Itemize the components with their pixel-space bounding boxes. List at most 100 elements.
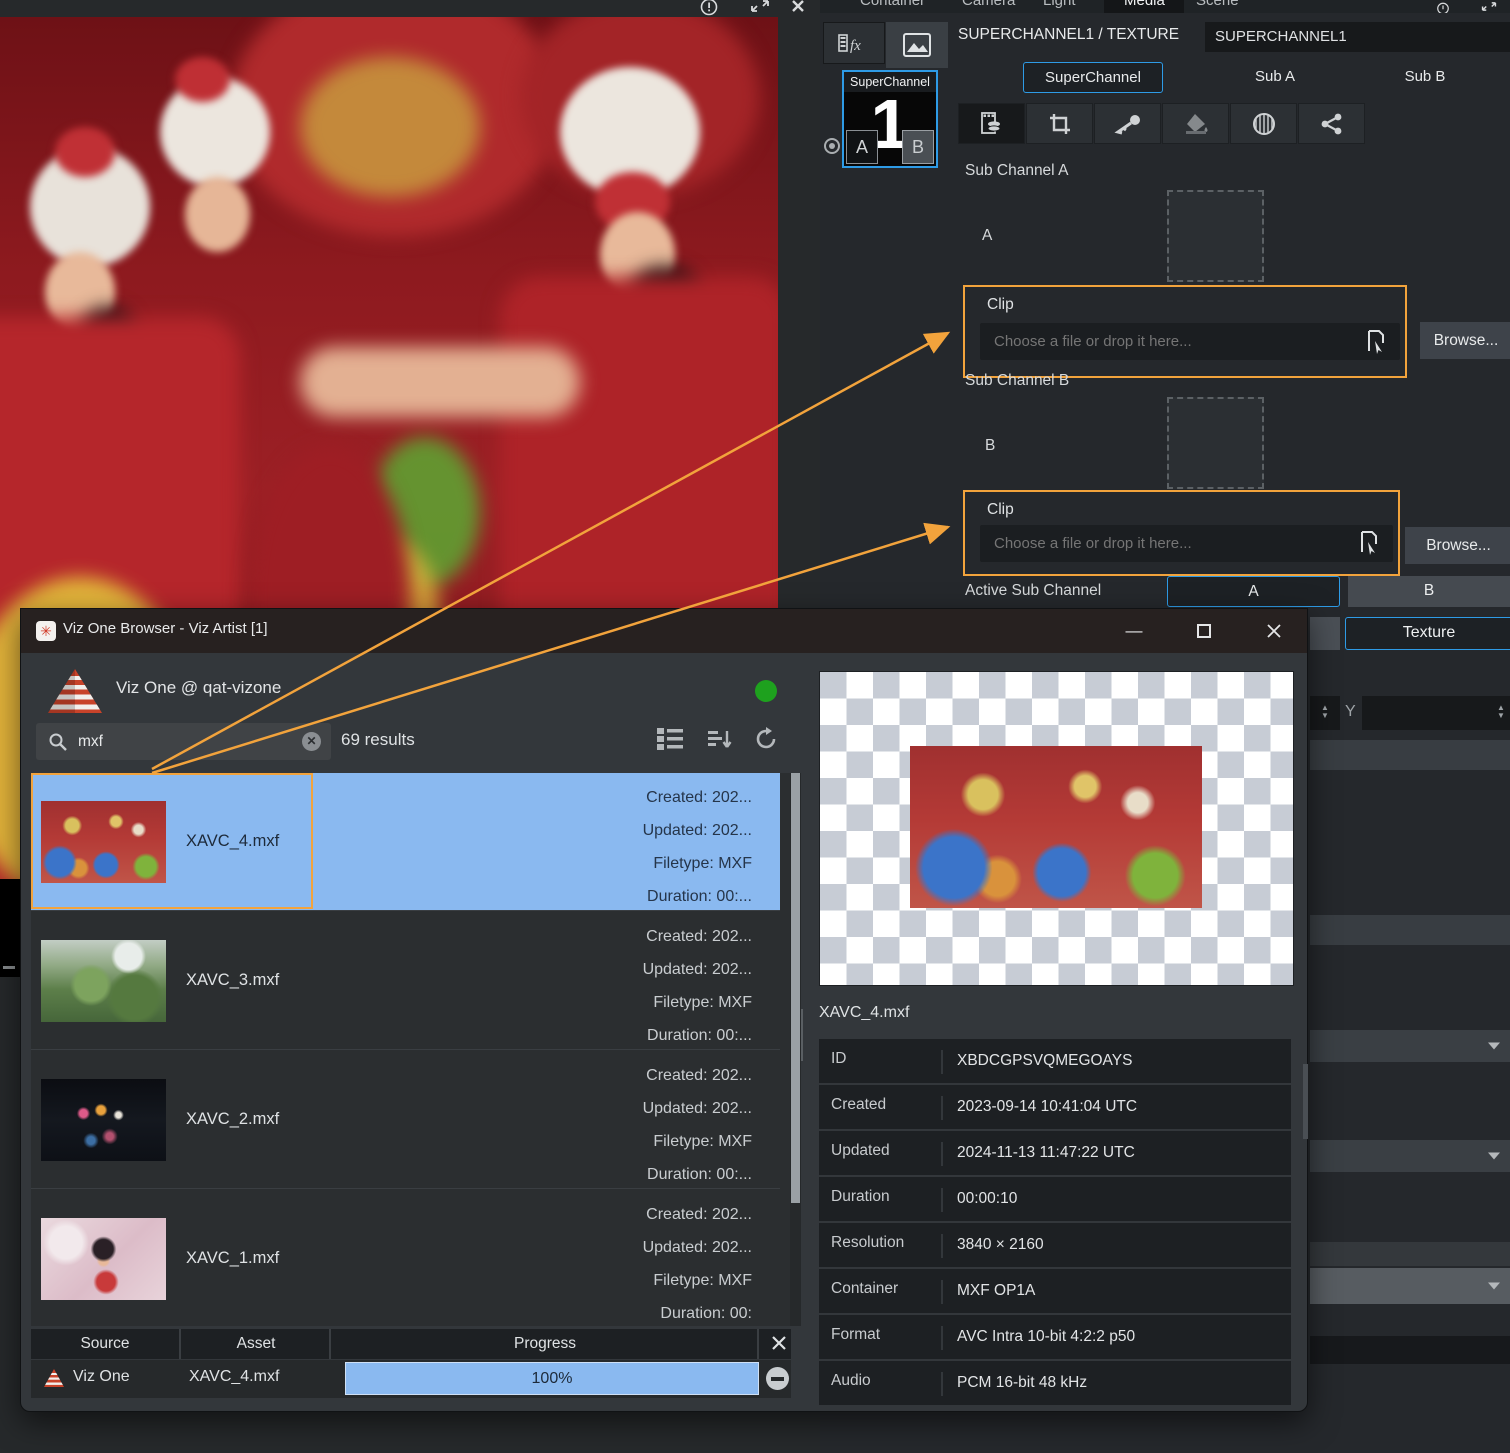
refresh-icon[interactable] [753,726,779,752]
search-clear-icon[interactable]: ✕ [302,732,321,751]
clip-a-label: Clip [987,296,1014,314]
meta-row-updated: Updated2024-11-13 11:47:22 UTC [819,1131,1291,1175]
texture-button[interactable]: Texture [1345,617,1510,650]
window-close-button[interactable] [1251,609,1297,653]
browse-a-button[interactable]: Browse... [1420,322,1510,359]
background-dropdown[interactable] [1310,1268,1510,1304]
search-input[interactable] [78,723,298,760]
transfer-source-icon [43,1368,65,1388]
result-filename: XAVC_1.mxf [186,1249,279,1268]
tab-effects[interactable]: fx [823,22,885,64]
y-axis-input[interactable]: ▲▼ [1362,696,1510,730]
menu-media[interactable]: Media [1124,0,1165,13]
superchannel-thumb-a[interactable]: A [846,130,878,164]
transfer-col-source: Source [31,1329,181,1359]
menu-light[interactable]: Light [1043,0,1076,13]
background-dropdown[interactable] [1310,1030,1510,1062]
superchannel-thumb-b[interactable]: B [902,130,934,164]
background-row [1310,915,1510,945]
tab-sub-a[interactable]: Sub A [1210,62,1340,93]
browse-b-button[interactable]: Browse... [1405,527,1510,564]
viz-one-browser-window: ✳ Viz One Browser - Viz Artist [1] — [20,608,1308,1412]
toolbar-fill-icon[interactable] [1162,103,1229,144]
breadcrumb: SUPERCHANNEL1 / TEXTURE [958,26,1179,44]
menu-camera[interactable]: Camera [962,0,1015,13]
sub-channel-a-dropzone[interactable] [1167,190,1264,282]
superchannel-thumbnail[interactable]: SuperChannel 1 A B [842,70,938,168]
meta-updated: Updated: 202... [512,953,752,986]
meta-row-format: FormatAVC Intra 10-bit 4:2:2 p50 [819,1315,1291,1359]
clip-b-input[interactable] [980,525,1393,562]
scrollbar-thumb[interactable] [791,773,800,1203]
toolbar-clip-icon[interactable] [958,103,1025,144]
info-icon[interactable] [700,0,718,16]
list-scrollbar[interactable] [790,773,801,1326]
meta-duration: Duration: 00:... [512,880,752,913]
clip-a-input[interactable] [980,323,1400,360]
transfer-close-icon[interactable] [769,1333,789,1353]
result-row-xavc1[interactable]: XAVC_1.mxf Created: 202... Updated: 202.… [31,1190,780,1326]
list-view-icon[interactable] [656,726,684,752]
toolbar-share-icon[interactable] [1298,103,1365,144]
meta-created: Created: 202... [512,920,752,953]
application-root: Container Camera Light Media Scene fx [0,0,1510,1453]
spinner-box[interactable]: ▲▼ [1310,696,1340,730]
background-row [1310,1242,1510,1266]
panel-resize-arrows-icon[interactable] [1480,1,1498,12]
background-dropdown[interactable] [1310,1140,1510,1172]
menu-container[interactable]: Container [860,0,925,13]
thumbnail-xavc3 [41,940,166,1022]
result-row-xavc4[interactable]: XAVC_4.mxf Created: 202... Updated: 202.… [31,773,780,911]
channel-name-field[interactable]: SUPERCHANNEL1 [1205,22,1510,52]
panel-info-icon[interactable] [1435,1,1451,13]
window-titlebar[interactable]: ✳ Viz One Browser - Viz Artist [1] — [21,609,1307,653]
resize-arrows-icon[interactable] [750,0,770,14]
meta-filetype: Filetype: MXF [512,1264,752,1297]
active-sub-channel-label: Active Sub Channel [965,582,1101,600]
partial-button [1310,617,1340,650]
meta-duration: Duration: 00:... [512,1158,752,1191]
meta-row-resolution: Resolution3840 × 2160 [819,1223,1291,1267]
close-icon[interactable] [790,0,806,14]
toolbar-crop-icon[interactable] [1026,103,1093,144]
background-row [1310,1336,1510,1364]
transfer-remove-button[interactable] [766,1367,789,1390]
meta-created: Created: 202... [512,781,752,814]
toolbar-key-icon[interactable] [1094,103,1161,144]
sub-channel-b-dropzone[interactable] [1167,397,1264,489]
preview-checkerboard [819,671,1294,986]
main-menubar: Container Camera Light Media Scene [820,0,1510,13]
y-axis-label: Y [1345,703,1356,721]
sub-channel-b-side-label: B [985,437,995,455]
background-black-panel [0,879,22,977]
sub-channel-b-title: Sub Channel B [965,372,1069,390]
window-title: Viz One Browser - Viz Artist [1] [63,620,268,637]
minimize-button[interactable]: — [1111,609,1157,653]
pane-divider[interactable] [801,1009,803,1061]
result-row-xavc3[interactable]: XAVC_3.mxf Created: 202... Updated: 202.… [31,912,780,1050]
metadata-table: IDXBDCGPSVQMEGOAYS Created2023-09-14 10:… [819,1039,1291,1407]
transfer-header: Source Asset Progress [31,1329,791,1359]
tab-media-assets[interactable] [886,22,948,68]
meta-scrollbar[interactable] [1303,1064,1308,1139]
transfer-source: Viz One [73,1368,130,1386]
clip-a-filepick-icon[interactable] [1365,329,1387,353]
tab-sub-b[interactable]: Sub B [1360,62,1490,93]
result-filename: XAVC_2.mxf [186,1110,279,1129]
results-list: XAVC_4.mxf Created: 202... Updated: 202.… [31,773,791,1326]
channel-name-text: SUPERCHANNEL1 [1215,28,1347,45]
meta-row-container: ContainerMXF OP1A [819,1269,1291,1313]
maximize-button[interactable] [1181,609,1227,653]
result-filename: XAVC_3.mxf [186,971,279,990]
background-left-panel [0,977,22,1453]
preview-frame-image [910,746,1202,908]
menu-scene[interactable]: Scene [1196,0,1239,13]
active-sub-b-button[interactable]: B [1348,576,1510,607]
clip-b-filepick-icon[interactable] [1358,530,1380,554]
meta-updated: Updated: 202... [512,1092,752,1125]
tab-superchannel[interactable]: SuperChannel [1023,62,1163,93]
result-row-xavc2[interactable]: XAVC_2.mxf Created: 202... Updated: 202.… [31,1051,780,1189]
toolbar-sphere-icon[interactable] [1230,103,1297,144]
sort-icon[interactable] [706,726,734,752]
active-sub-a-button[interactable]: A [1167,576,1340,607]
